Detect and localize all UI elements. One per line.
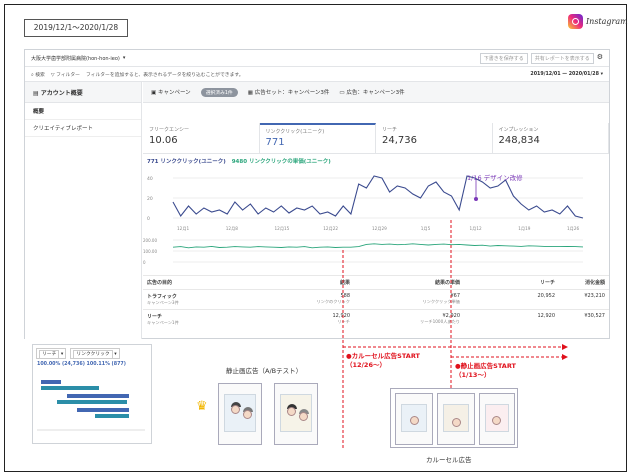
x-tick-label: 12月22 [323,226,338,232]
metric-reach[interactable]: リーチ 24,736 [376,123,493,153]
search-button[interactable]: ⌕ 検索 [31,71,45,78]
y-tick-label: 20 [147,196,153,202]
save-draft-button[interactable]: 下書きを保存する [479,52,528,64]
y-tick-label: 0 [143,260,146,265]
static-ads-label: 静止画広告（A/Bテスト） [226,367,303,375]
breakdown-select-clicks[interactable]: リンククリック ▾ [70,348,120,359]
carousel-label: カルーセル広告 [426,456,472,464]
x-tick-label: 12月29 [372,226,387,232]
bar [41,386,99,390]
static-start-label: ●静止画広告START （1/13〜） [455,362,516,379]
tab-adsets[interactable]: ▦ 広告セット：キャンペーン3件 [248,88,330,96]
series-line-link-clicks [172,175,584,219]
x-tick-label: 12月8 [226,226,239,232]
breakdown-kpi: 100.00% (24,736) 100.11% (877) [37,362,126,367]
results-table: 広告の目的 結果 結果の単価 リーチ 消化金額 トラフィック キャンペーン3件 5… [143,275,609,329]
carousel-ad-preview[interactable] [390,388,518,448]
share-report-button[interactable]: 共有レポートを表示する [530,52,594,64]
filter-bar: ⌕ 検索 ▽ フィルター フィルターを追加すると、表示されるデータを絞り込むこと… [25,67,609,82]
filter-icon: ▽ [50,72,55,78]
y-tick-label: 0 [147,216,150,222]
y-tick-label: 100.00 [143,249,157,254]
design-change-annotation: 1/16 デザイン改修 [467,174,523,182]
breakdown-bars [37,380,145,431]
metric-frequency[interactable]: フリークエンシー 10.06 [143,123,260,153]
table-row[interactable]: リーチ キャンペーン1件 12,920 リーチ ¥2,920 リーチ1000人あたり … [143,309,609,329]
gear-icon[interactable]: ⚙ [597,53,603,64]
level-tabs: ▣ キャンペーン 選択済み1件 ▦ 広告セット：キャンペーン3件 ▭ 広告：キャ… [143,82,609,103]
x-tick-label: 1月5 [421,226,431,232]
static-ad-b[interactable] [274,383,318,445]
chart-icon: ▤ [33,90,39,97]
sidebar-item-overview[interactable]: 概要 [25,103,141,120]
sidebar-item-creative-report[interactable]: クリエイティブレポート [25,120,141,137]
instagram-logo-icon [568,14,583,29]
y-tick-label: 40 [147,176,153,182]
tab-ads[interactable]: ▭ 広告：キャンペーン3件 [339,88,404,96]
instagram-wordmark: Instagram [586,17,628,26]
chevron-down-icon[interactable]: ▾ [123,55,126,61]
static-ad-a[interactable] [218,383,262,445]
metric-cards: フリークエンシー 10.06 リンククリック(ユニーク) 771 リーチ 24,… [143,123,609,154]
breakdown-select-reach[interactable]: リーチ ▾ [36,348,67,359]
x-tick-label: 1月19 [518,226,531,232]
account-topbar: 大阪大学歯学部附属病院(hon-hon-ieo) ▾ 下書きを保存する 共有レポ… [25,50,609,67]
bar [67,394,129,398]
instagram-brand: Instagram [568,14,628,29]
tab-campaigns[interactable]: ▣ キャンペーン [151,88,191,96]
search-icon: ⌕ [31,72,34,78]
metric-impressions[interactable]: インプレッション 248,834 [493,123,609,153]
x-tick-label: 12月15 [275,226,290,232]
x-tick-label: 12月1 [177,226,190,232]
crown-icon: ♛ [196,399,208,414]
filter-hint: フィルターを追加すると、表示されるデータを絞り込むことができます。 [85,72,244,78]
sidebar-title: ▤ アカウント概要 [25,82,141,103]
bar [95,414,129,418]
carousel-start-label: ●カルーセル広告START （12/26〜） [346,352,420,369]
metric-link-clicks[interactable]: リンククリック(ユニーク) 771 [259,123,376,153]
ads-manager-window: 大阪大学歯学部附属病院(hon-hon-ieo) ▾ 下書きを保存する 共有レポ… [24,49,610,339]
date-range-label: 2019/12/1〜2020/1/28 [24,19,128,37]
y-tick-label: 200.00 [143,238,157,243]
account-selector[interactable]: 大阪大学歯学部附属病院(hon-hon-ieo) [31,55,120,62]
bar [77,408,129,412]
table-header: 広告の目的 結果 結果の単価 リーチ 消化金額 [143,275,609,289]
filter-button[interactable]: ▽ フィルター [51,71,80,78]
performance-chart: 40 20 0 200.00 100.00 0 12月1 12月8 12月15 12月22 12月2… [143,175,584,265]
bar [57,400,127,404]
breakdown-panel: リーチ ▾ リンククリック ▾ 100.00% (24,736) 100.11%… [32,344,152,444]
table-row[interactable]: トラフィック キャンペーン3件 588 リンクのクリック ¥67 リンククリック単価 … [143,289,609,309]
sidebar: ▤ アカウント概要 概要 クリエイティブレポート [25,82,142,339]
selected-pill[interactable]: 選択済み1件 [200,87,238,97]
date-range-picker[interactable]: 2019/12/01 — 2020/01/28 ▾ [530,72,603,77]
x-tick-label: 1月26 [567,226,580,232]
series-line-cost-per-click [172,243,584,249]
bar [41,380,61,384]
x-tick-label: 1月12 [470,226,483,232]
